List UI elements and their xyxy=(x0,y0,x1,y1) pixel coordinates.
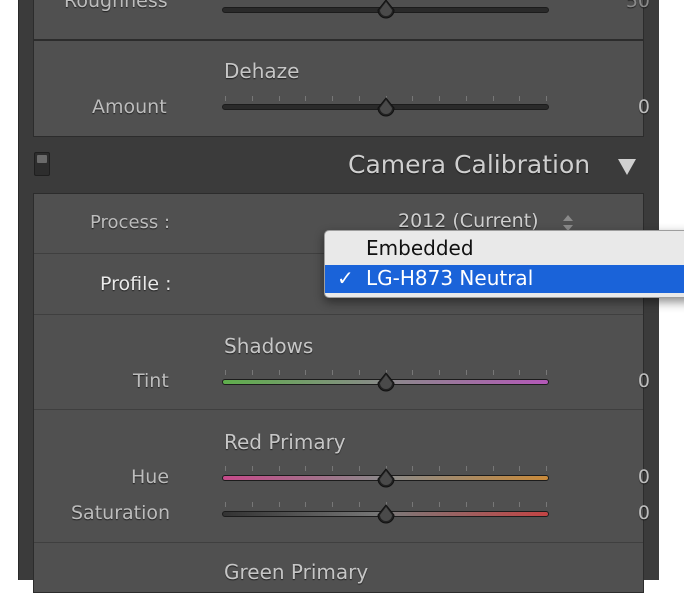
slider-tick xyxy=(492,466,494,471)
slider-tick xyxy=(278,502,280,507)
slider-tick xyxy=(546,370,547,375)
process-label: Process : xyxy=(90,212,171,233)
dehaze-slider-thumb[interactable] xyxy=(376,97,396,117)
slider-tick xyxy=(358,96,360,101)
dehaze-title: Dehaze xyxy=(224,59,300,83)
slider-tick xyxy=(439,96,440,101)
slider-tick xyxy=(225,370,226,375)
slider-tick xyxy=(278,96,280,101)
slider-tick xyxy=(546,502,547,507)
red-saturation-label: Saturation xyxy=(71,502,171,524)
slider-tick xyxy=(305,370,307,375)
red-hue-value[interactable]: 0 xyxy=(594,466,650,488)
slider-tick xyxy=(519,96,521,101)
slider-tick xyxy=(332,370,333,375)
red-saturation-value[interactable]: 0 xyxy=(594,502,650,524)
slider-tick xyxy=(358,466,360,471)
slider-tick xyxy=(251,466,253,471)
shadows-tint-value[interactable]: 0 xyxy=(594,370,650,392)
slider-tick xyxy=(546,96,547,101)
slider-tick xyxy=(278,466,280,471)
slider-tick xyxy=(492,370,494,375)
slider-tick xyxy=(332,96,333,101)
slider-tick xyxy=(492,502,494,507)
slider-tick xyxy=(412,96,414,101)
slider-tick xyxy=(465,96,467,101)
slider-tick xyxy=(439,370,440,375)
slider-tick xyxy=(358,502,360,507)
shadows-tint-label: Tint xyxy=(133,370,169,392)
calibration-panel-title[interactable]: Camera Calibration xyxy=(348,150,590,179)
slider-tick xyxy=(332,502,333,507)
dehaze-amount-label: Amount xyxy=(92,96,167,118)
red-saturation-slider-thumb[interactable] xyxy=(376,504,396,524)
slider-tick xyxy=(412,466,414,471)
menu-item-embedded[interactable]: Embedded xyxy=(325,235,684,263)
slider-tick xyxy=(412,370,414,375)
slider-tick xyxy=(251,502,253,507)
slider-tick xyxy=(412,502,414,507)
slider-tick xyxy=(225,502,226,507)
slider-tick xyxy=(465,370,467,375)
slider-tick xyxy=(546,466,547,471)
slider-tick xyxy=(305,96,307,101)
effects-section: Roughness 50 xyxy=(33,0,650,40)
shadows-title: Shadows xyxy=(224,334,314,358)
slider-tick xyxy=(225,466,226,471)
roughness-value[interactable]: 50 xyxy=(594,0,650,12)
green-primary-title: Green Primary xyxy=(224,560,369,584)
slider-tick xyxy=(332,466,333,471)
dehaze-value[interactable]: 0 xyxy=(594,96,650,118)
collapse-triangle-icon[interactable] xyxy=(617,158,637,176)
slider-tick xyxy=(465,502,467,507)
slider-tick xyxy=(519,370,521,375)
slider-tick xyxy=(519,502,521,507)
process-select-value: 2012 (Current) xyxy=(398,210,539,232)
slider-tick xyxy=(225,96,226,101)
shadows-tint-slider-thumb[interactable] xyxy=(376,372,396,392)
slider-tick xyxy=(358,370,360,375)
red-hue-label: Hue xyxy=(131,466,170,488)
slider-tick xyxy=(251,370,253,375)
roughness-label: Roughness xyxy=(64,0,168,12)
red-hue-slider-thumb[interactable] xyxy=(376,468,396,488)
slider-tick xyxy=(305,502,307,507)
slider-tick xyxy=(465,466,467,471)
slider-tick xyxy=(519,466,521,471)
dehaze-section: Dehaze Amount 0 xyxy=(33,40,650,137)
menu-item-lg-h873-neutral[interactable]: ✓ LG-H873 Neutral xyxy=(325,265,684,293)
red-primary-title: Red Primary xyxy=(224,430,346,454)
slider-tick xyxy=(251,96,253,101)
slider-tick xyxy=(439,466,440,471)
slider-tick xyxy=(278,370,280,375)
calibration-toggle-switch[interactable] xyxy=(34,152,50,176)
slider-tick xyxy=(439,502,440,507)
checkmark-icon: ✓ xyxy=(337,266,354,290)
slider-tick xyxy=(305,466,307,471)
profile-dropdown-menu[interactable]: Embedded ✓ LG-H873 Neutral xyxy=(324,230,684,298)
profile-label: Profile : xyxy=(100,273,172,295)
slider-tick xyxy=(492,96,494,101)
roughness-slider-thumb[interactable] xyxy=(376,0,396,19)
